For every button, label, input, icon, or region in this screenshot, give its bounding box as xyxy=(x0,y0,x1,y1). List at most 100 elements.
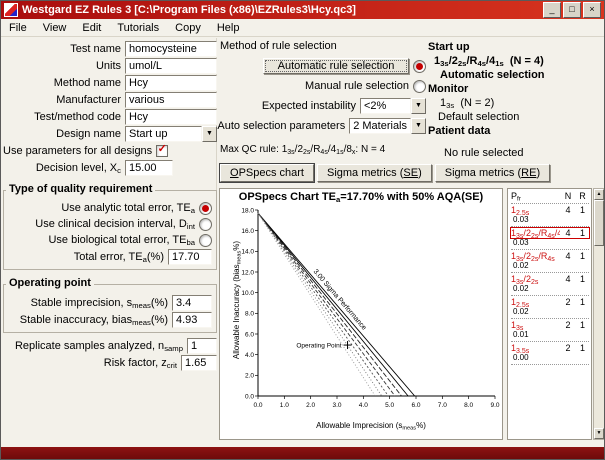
menu-item-view[interactable]: View xyxy=(35,21,75,35)
status-bar xyxy=(1,447,604,459)
clinical-decision-interval-radio[interactable] xyxy=(199,217,212,231)
r-value: 1 xyxy=(579,320,585,330)
chevron-down-icon[interactable]: ▼ xyxy=(202,125,217,142)
opspecs-chart: 0.0 1.0 2.0 3.0 4.0 5.0 6.0 7.0 8.0 9.0 0.0 2.0 4.0 6… xyxy=(232,205,502,424)
svg-text:1.0: 1.0 xyxy=(280,402,289,409)
manufacturer-label: Manufacturer xyxy=(56,93,121,106)
opspecs-chart-svg: 0.0 1.0 2.0 3.0 4.0 5.0 6.0 7.0 8.0 9.0 0.0 2.0 4.0 6… xyxy=(241,207,500,409)
rules-row[interactable]: 13s/22s/R4s/41s 41 0.03 xyxy=(510,227,590,250)
test-name-input[interactable]: homocysteine xyxy=(125,40,217,57)
units-label: Units xyxy=(95,59,121,72)
method-of-rule-selection-label: Method of rule selection xyxy=(220,40,337,52)
rule-name: 13s/22s/R4s/41s xyxy=(511,228,560,238)
tab-sigma-metrics-se[interactable]: Sigma metrics (SE) xyxy=(316,164,432,182)
title-bar: Westgard EZ Rules 3 [C:\Program Files (x… xyxy=(1,1,604,19)
replicate-samples-input[interactable]: 1 xyxy=(187,337,217,354)
tab-sigma-metrics-re[interactable]: Sigma metrics (RE) xyxy=(434,164,551,182)
scroll-up-button[interactable]: ▲ xyxy=(594,189,604,200)
monitor-rule-n: (N = 2) xyxy=(460,97,495,109)
scroll-thumb[interactable] xyxy=(594,200,604,246)
chart-body: Allowable Inaccuracy (biasmeas%) 0.0 1.0 2… xyxy=(232,205,502,421)
risk-factor-label: Risk factor, zcrit xyxy=(103,356,177,370)
selected-rule: 13s/22s/R4s/41s (N = 4) xyxy=(434,54,604,68)
risk-factor-input[interactable]: 1.65 xyxy=(181,354,217,371)
rules-row[interactable]: 12.5s 4 1 0.03 xyxy=(511,204,589,227)
rule-name: 13s xyxy=(511,320,524,330)
menu-item-tutorials[interactable]: Tutorials xyxy=(109,21,167,35)
quality-group-title: Type of quality requirement xyxy=(6,183,156,195)
app-icon xyxy=(4,3,18,17)
svg-text:7.0: 7.0 xyxy=(438,402,447,409)
analytic-total-error-radio[interactable] xyxy=(199,201,212,215)
menu-item-edit[interactable]: Edit xyxy=(74,21,109,35)
svg-text:0.0: 0.0 xyxy=(245,393,254,400)
expected-instability-select[interactable]: <2% ▼ xyxy=(360,98,426,114)
analytic-total-error-label: Use analytic total error, TEa xyxy=(61,202,195,215)
auto-selection-parameters-select[interactable]: 2 Materials ▼ xyxy=(349,118,426,134)
manufacturer-input[interactable]: various xyxy=(125,91,217,108)
check-icon: ✓ xyxy=(157,143,167,155)
left-panel: Test name homocysteine Units umol/L Method… xyxy=(3,40,217,371)
expected-instability-value: <2% xyxy=(360,98,411,114)
n-value: 4 xyxy=(565,251,571,261)
total-error-input[interactable]: 17.70 xyxy=(168,248,212,265)
stable-inaccuracy-input[interactable]: 4.93 xyxy=(172,311,212,328)
maximize-button[interactable]: □ xyxy=(563,2,581,18)
rules-row[interactable]: 13.5s 2 1 0.00 xyxy=(511,342,589,365)
n-value: 4 xyxy=(565,228,571,238)
automatic-rule-selection-button[interactable]: Automatic rule selection xyxy=(263,58,409,74)
expected-instability-label: Expected instability xyxy=(261,100,356,112)
svg-text:4.0: 4.0 xyxy=(245,352,254,359)
r-value: 1 xyxy=(579,251,585,261)
svg-text:4.0: 4.0 xyxy=(359,402,368,409)
n-value: 2 xyxy=(565,320,571,330)
pfr-value: 0.02 xyxy=(513,307,529,316)
n-value: 2 xyxy=(565,343,571,353)
rules-list: 12.5s410.0313s/22s/R4s/41s410.0313s/22s/… xyxy=(510,204,590,365)
biological-total-error-radio[interactable] xyxy=(199,233,212,247)
decision-level-input[interactable]: 15.00 xyxy=(125,159,173,176)
manual-rule-selection-label[interactable]: Manual rule selection xyxy=(305,80,409,92)
rules-row[interactable]: 13s 2 1 0.01 xyxy=(511,319,589,342)
rule-name: 12.5s xyxy=(511,205,530,215)
status-panel: Start up 13s/22s/R4s/41s (N = 4) Automat… xyxy=(428,40,604,160)
pfr-value: 0.03 xyxy=(513,238,529,247)
manual-rule-radio[interactable] xyxy=(413,79,426,93)
tab-opspecs-chart[interactable]: OPSpecs chart xyxy=(220,164,314,182)
design-name-select[interactable]: Start up ▼ xyxy=(125,125,217,142)
method-name-input[interactable]: Hcy xyxy=(125,74,217,91)
svg-text:8.0: 8.0 xyxy=(464,402,473,409)
quality-requirement-group: Type of quality requirement Use analytic… xyxy=(3,183,217,270)
rule-name: 13.5s xyxy=(511,343,530,353)
units-input[interactable]: umol/L xyxy=(125,57,217,74)
close-button[interactable]: × xyxy=(583,2,601,18)
pfr-value: 0.00 xyxy=(513,353,529,362)
rules-row[interactable]: 12.5s 2 1 0.02 xyxy=(511,296,589,319)
rules-row[interactable]: 13s/22s 4 1 0.02 xyxy=(511,273,589,296)
menu-bar: File View Edit Tutorials Copy Help xyxy=(1,19,604,37)
menu-item-help[interactable]: Help xyxy=(209,21,248,35)
n-column-header: N xyxy=(564,191,572,201)
svg-text:9.0: 9.0 xyxy=(490,402,499,409)
test-method-code-input[interactable]: Hcy xyxy=(125,108,217,125)
rules-scrollbar[interactable]: ▲ ▼ xyxy=(593,188,604,440)
scroll-down-button[interactable]: ▼ xyxy=(594,428,604,439)
test-name-label: Test name xyxy=(70,42,121,55)
pfr-value: 0.03 xyxy=(513,215,529,224)
use-params-checkbox[interactable]: ✓ xyxy=(156,143,169,157)
monitor-selection: Default selection xyxy=(438,111,520,123)
rules-header: Pfr N R xyxy=(511,191,589,204)
rules-row[interactable]: 13s/22s/R4s 4 1 0.02 xyxy=(511,250,589,273)
stable-imprecision-input[interactable]: 3.4 xyxy=(172,294,212,311)
automatic-rule-radio[interactable] xyxy=(413,59,426,73)
menu-item-copy[interactable]: Copy xyxy=(167,21,209,35)
chevron-down-icon[interactable]: ▼ xyxy=(411,98,426,114)
n-value: 4 xyxy=(565,205,571,215)
app-window: Westgard EZ Rules 3 [C:\Program Files (x… xyxy=(0,0,605,460)
svg-text:0.0: 0.0 xyxy=(253,402,262,409)
chevron-down-icon[interactable]: ▼ xyxy=(411,118,426,134)
menu-item-file[interactable]: File xyxy=(1,21,35,35)
max-qc-rule-prefix: Max QC rule: xyxy=(220,144,282,155)
minimize-button[interactable]: _ xyxy=(543,2,561,18)
pfr-value: 0.02 xyxy=(513,261,529,270)
